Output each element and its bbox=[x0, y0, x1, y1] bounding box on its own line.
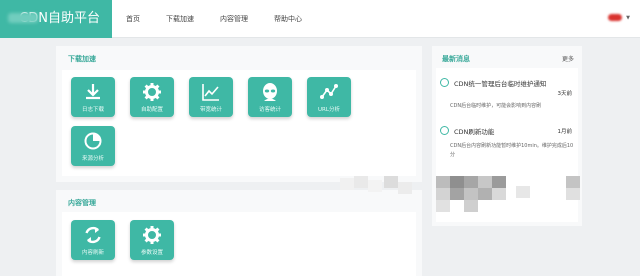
news-item-title[interactable]: CDN刷新功能 bbox=[454, 126, 494, 136]
news-title: 最新消息 bbox=[442, 55, 470, 63]
tile-log-download[interactable]: 日志下载 bbox=[71, 77, 115, 117]
pixelated-overlay bbox=[340, 176, 600, 214]
blurred-logo-mark bbox=[8, 13, 38, 23]
tile-label: 来源分析 bbox=[81, 156, 104, 162]
tile-content-refresh[interactable]: 内容刷新 bbox=[71, 220, 115, 260]
tile-bandwidth-stats[interactable]: 带宽统计 bbox=[189, 77, 233, 117]
panel-title-download: 下载加速 bbox=[68, 55, 96, 63]
gear-icon bbox=[130, 225, 174, 245]
avatar bbox=[608, 14, 622, 21]
pie-icon bbox=[71, 131, 115, 151]
user-menu[interactable]: ▼ bbox=[608, 13, 630, 23]
news-item-time: 3天前 bbox=[557, 91, 573, 97]
tile-label: URL分析 bbox=[318, 107, 340, 113]
tile-url-analysis[interactable]: URL分析 bbox=[307, 77, 351, 117]
tile-label: 带宽统计 bbox=[199, 107, 222, 113]
tile-self-config[interactable]: 自助配置 bbox=[130, 77, 174, 117]
caret-down-icon: ▼ bbox=[626, 15, 630, 21]
top-header: CDN自助平台 首页 下载加速 内容管理 帮助中心 ▼ bbox=[0, 0, 640, 38]
download-panel: 下载加速 日志下载 自助配置 带宽统计 访客统计 URL分析 来源分析 bbox=[56, 46, 422, 182]
tile-parameter-settings[interactable]: 参数设置 bbox=[130, 220, 174, 260]
news-more-link[interactable]: 更多 bbox=[562, 54, 574, 63]
news-item[interactable]: CDN统一管理后台临时维护通知 3天前 CDN后台临时维护，可能会影响到内容刷 bbox=[440, 78, 574, 124]
nav-help-center[interactable]: 帮助中心 bbox=[274, 0, 302, 38]
news-item-time: 1月前 bbox=[557, 129, 573, 135]
tile-label: 自助配置 bbox=[140, 107, 163, 113]
download-icon bbox=[71, 82, 115, 102]
news-item-desc: CDN后台内容刷新功能暂时维护10min。维护完成后10分 bbox=[450, 143, 574, 158]
refresh-icon bbox=[71, 225, 115, 245]
main-nav: 首页 下载加速 内容管理 帮助中心 bbox=[126, 0, 328, 38]
news-item-title[interactable]: CDN统一管理后台临时维护通知 bbox=[454, 78, 546, 88]
nav-home[interactable]: 首页 bbox=[126, 0, 140, 38]
bell-icon bbox=[440, 126, 449, 135]
brand-logo[interactable]: CDN自助平台 bbox=[0, 0, 112, 38]
nav-content-management[interactable]: 内容管理 bbox=[220, 0, 248, 38]
line-chart-icon bbox=[189, 82, 233, 102]
panel-title-content: 内容管理 bbox=[68, 199, 96, 207]
alien-icon bbox=[248, 82, 292, 102]
tile-label: 访客统计 bbox=[258, 107, 281, 113]
tile-source-analysis[interactable]: 来源分析 bbox=[71, 126, 115, 166]
bell-icon bbox=[440, 78, 449, 87]
news-item-desc: CDN后台临时维护，可能会影响到内容刷 bbox=[450, 103, 542, 109]
nav-download-acceleration[interactable]: 下载加速 bbox=[166, 0, 194, 38]
tile-label: 日志下载 bbox=[81, 107, 104, 113]
content-panel-body: 内容刷新 参数设置 bbox=[62, 212, 416, 276]
url-graph-icon bbox=[307, 82, 351, 102]
gear-icon bbox=[130, 82, 174, 102]
tile-label: 内容刷新 bbox=[81, 250, 104, 256]
tile-label: 参数设置 bbox=[140, 250, 163, 256]
download-panel-body: 日志下载 自助配置 带宽统计 访客统计 URL分析 来源分析 bbox=[62, 70, 416, 176]
news-item[interactable]: CDN刷新功能 1月前 CDN后台内容刷新功能暂时维护10min。维护完成后10… bbox=[440, 126, 574, 172]
tile-visitor-stats[interactable]: 访客统计 bbox=[248, 77, 292, 117]
